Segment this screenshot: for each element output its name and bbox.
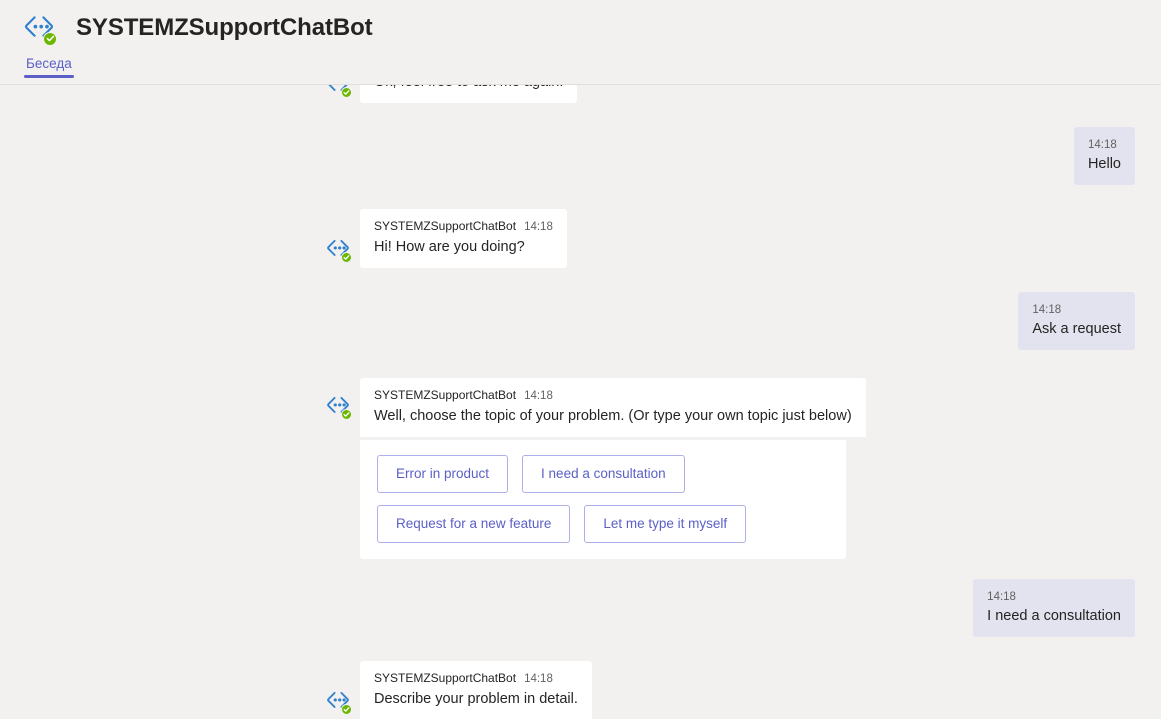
message-text: Ask a request [1032, 321, 1121, 337]
message-text: Describe your problem in detail. [374, 691, 578, 707]
message-text: Ok, feel free to ask me again. [374, 85, 563, 92]
message-text: I need a consultation [987, 608, 1121, 624]
message-time: 14:18 [987, 591, 1016, 603]
chat-message-user: 14:18 I need a consultation [0, 579, 1161, 637]
app-bot-avatar [22, 11, 57, 46]
message-time: 14:18 [1032, 304, 1062, 316]
chat-message-bot: SYSTEMZSupportChatBot 14:18 Hi! How are y… [0, 209, 1161, 268]
message-bubble: Ok, feel free to ask me again. [360, 85, 578, 103]
chat-area[interactable]: Ok, feel free to ask me again. 14:18 Hel… [0, 85, 1161, 719]
message-meta: 14:18 [1088, 136, 1121, 153]
message-bubble: SYSTEMZSupportChatBot 14:18 Describe your… [360, 661, 592, 719]
chat-message-bot-clipped: Ok, feel free to ask me again. [0, 85, 1161, 103]
message-text: Well, choose the topic of your problem. … [374, 408, 852, 424]
message-sender: SYSTEMZSupportChatBot [374, 388, 517, 402]
tab-strip: Беседа [0, 55, 1161, 85]
message-bubble: 14:18 Ask a request [1018, 292, 1135, 350]
action-error-in-product[interactable]: Error in product [377, 455, 509, 493]
avatar [325, 688, 352, 715]
message-sender: SYSTEMZSupportChatBot [374, 671, 517, 685]
message-time: 14:18 [524, 221, 553, 233]
action-let-me-type-it-myself[interactable]: Let me type it myself [584, 505, 747, 543]
message-meta: 14:18 [1032, 301, 1121, 318]
message-time: 14:18 [524, 390, 553, 402]
message-meta: 14:18 [987, 588, 1121, 605]
message-time: 14:18 [524, 673, 553, 685]
message-bubble: SYSTEMZSupportChatBot 14:18 Well, choose … [360, 378, 866, 437]
chat-message-list: Ok, feel free to ask me again. 14:18 Hel… [0, 85, 1161, 719]
message-bubble: 14:18 Hello [1073, 127, 1135, 185]
message-time: 14:18 [1087, 139, 1117, 151]
message-text: Hello [1087, 156, 1121, 172]
message-meta: SYSTEMZSupportChatBot 14:18 [374, 387, 852, 404]
chat-message-user: 14:18 Ask a request [0, 292, 1161, 350]
message-bubble: SYSTEMZSupportChatBot 14:18 Hi! How are y… [360, 209, 567, 268]
action-i-need-a-consultation[interactable]: I need a consultation [522, 455, 685, 493]
suggested-actions-row: Error in product I need a consultation [377, 455, 830, 493]
verified-check-icon [341, 252, 352, 263]
message-meta: SYSTEMZSupportChatBot 14:18 [374, 670, 578, 687]
avatar [325, 393, 352, 420]
avatar [325, 85, 352, 98]
verified-check-icon [43, 31, 57, 46]
avatar [325, 236, 352, 263]
page-title: SYSTEMZSupportChatBot [76, 13, 373, 41]
suggested-actions-row: Request for a new feature Let me type it… [377, 505, 830, 543]
message-bubble: 14:18 I need a consultation [973, 579, 1135, 637]
verified-check-icon [341, 409, 352, 420]
chat-message-bot-with-actions: SYSTEMZSupportChatBot 14:18 Well, choose … [0, 378, 1161, 559]
verified-check-icon [341, 87, 352, 98]
suggested-actions-card: Error in product I need a consultation R… [360, 440, 846, 559]
message-sender: SYSTEMZSupportChatBot [374, 219, 517, 233]
message-meta: SYSTEMZSupportChatBot 14:18 [374, 218, 553, 235]
app-header: SYSTEMZSupportChatBot [0, 0, 1161, 55]
chat-message-bot: SYSTEMZSupportChatBot 14:18 Describe your… [0, 661, 1161, 719]
message-text: Hi! How are you doing? [374, 239, 525, 255]
verified-check-icon [341, 704, 352, 715]
tab-conversation[interactable]: Беседа [24, 56, 74, 78]
action-request-for-a-new-feature[interactable]: Request for a new feature [377, 505, 571, 543]
chat-message-user: 14:18 Hello [0, 127, 1161, 185]
